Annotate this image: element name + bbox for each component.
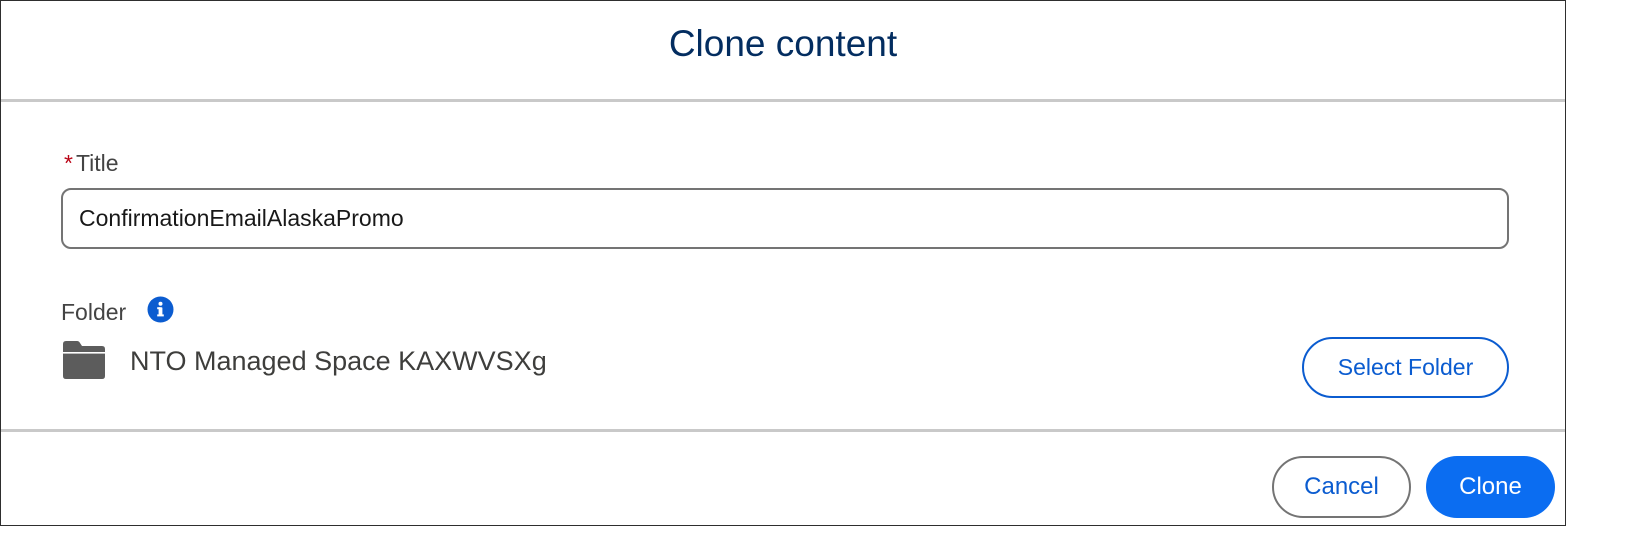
modal-title: Clone content — [668, 23, 898, 64]
select-folder-button[interactable]: Select Folder — [1302, 337, 1509, 398]
clone-button[interactable]: Clone — [1426, 456, 1555, 518]
folder-icon — [61, 340, 107, 380]
modal-body: *Title Folder NTO Managed Space KAXWVSXg… — [1, 102, 1565, 432]
modal-footer: Cancel Clone — [1, 432, 1565, 527]
info-icon[interactable] — [147, 296, 174, 323]
required-indicator: * — [64, 150, 73, 176]
title-input[interactable] — [61, 188, 1509, 249]
modal-header: Clone content — [1, 1, 1565, 102]
title-field-label: * Title — [64, 150, 119, 177]
folder-name: NTO Managed Space KAXWVSXg — [130, 346, 547, 376]
clone-content-modal: Clone content *Title Folder NTO Managed … — [0, 0, 1566, 526]
folder-label: Folder — [61, 299, 127, 325]
title-label-text: Title — [75, 150, 119, 176]
cancel-button[interactable]: Cancel — [1272, 456, 1411, 518]
